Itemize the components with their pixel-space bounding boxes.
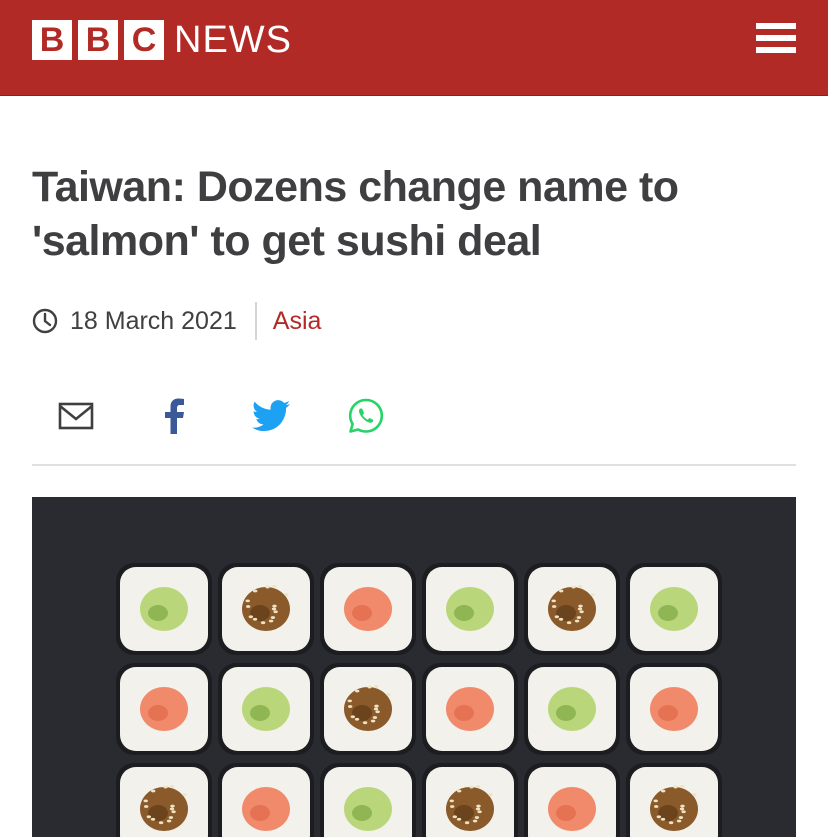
sushi-roll [422,763,518,837]
sushi-roll [116,763,212,837]
logo-letter-b1: B [32,20,72,60]
sushi-roll [218,663,314,755]
masthead: B B C NEWS [0,0,828,96]
sushi-roll [218,563,314,655]
sushi-roll [422,563,518,655]
whatsapp-icon[interactable] [346,396,386,436]
divider-line [32,464,796,466]
sushi-roll [116,563,212,655]
meta-divider [254,302,257,340]
sushi-roll [626,663,722,755]
sushi-photo-illustration [32,497,796,837]
bbc-news-logo[interactable]: B B C NEWS [32,20,292,60]
twitter-icon[interactable] [249,396,293,436]
clock-icon [32,308,58,334]
article-headline: Taiwan: Dozens change name to 'salmon' t… [32,163,679,265]
sushi-roll [218,763,314,837]
sushi-roll [626,763,722,837]
logo-news-word: NEWS [174,19,292,61]
email-icon[interactable] [56,396,96,436]
sushi-roll [524,563,620,655]
logo-letter-c: C [124,20,164,60]
sushi-rolls-photo [32,497,796,837]
sushi-roll [422,663,518,755]
sushi-roll [320,763,416,837]
sushi-roll [116,663,212,755]
sushi-roll [320,563,416,655]
publish-date: 18 March 2021 [70,306,237,335]
sushi-roll [320,663,416,755]
section-link[interactable]: Asia [273,307,322,336]
facebook-icon[interactable] [156,396,192,436]
hamburger-menu-icon[interactable] [756,23,796,56]
logo-letter-b2: B [78,20,118,60]
sushi-roll [524,663,620,755]
sushi-roll [524,763,620,837]
article-meta: 18 March 2021 Asia [32,302,321,340]
sushi-roll [626,563,722,655]
